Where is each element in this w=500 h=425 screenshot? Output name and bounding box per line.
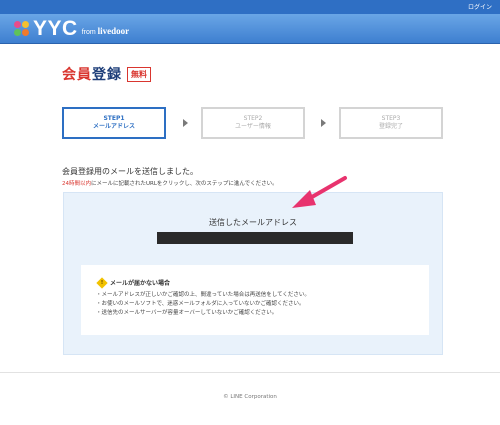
step-3-complete: STEP3 登録完了 [339, 107, 443, 139]
notice-item: ・お使いのメールソフトで、迷惑メールフォルダに入っていないかご確認ください。 [96, 301, 305, 307]
step-arrow-icon [183, 119, 188, 127]
page-title-text: 会員登録 [62, 67, 122, 83]
login-link[interactable]: ログイン [468, 2, 492, 11]
sent-email-panel: 送信したメールアドレス ! メールが届かない場合 ・メールアドレスが正しいかご確… [63, 192, 443, 355]
registration-steps: STEP1 メールアドレス STEP2 ユーザー情報 STEP3 登録完了 [62, 107, 443, 139]
notice-item: ・送信先のメールサーバーが容量オーバーしていないかご確認ください。 [96, 310, 278, 316]
site-header: YYC from livedoor [0, 14, 500, 44]
logo-subtitle: from livedoor [81, 26, 130, 36]
copyright: © LINE Corporation [223, 394, 277, 400]
notice-item: ・メールアドレスが正しいかご確認の上、間違っていた場合は再送信をしてください。 [96, 292, 310, 298]
step-arrow-icon [321, 119, 326, 127]
logo-text: YYC [33, 17, 78, 40]
yyc-logo[interactable]: YYC from livedoor [14, 17, 130, 40]
redacted-email-address [157, 232, 353, 244]
notice-header: ! メールが届かない場合 [96, 276, 171, 289]
notice-title: メールが届かない場合 [110, 280, 171, 287]
clover-logo-icon [14, 21, 30, 37]
step-2-user-info: STEP2 ユーザー情報 [201, 107, 305, 139]
warning-icon: ! [96, 276, 108, 289]
sent-address-label: 送信したメールアドレス [209, 218, 297, 227]
sent-message: 会員登録用のメールを送信しました。 [62, 167, 198, 176]
no-email-notice: ! メールが届かない場合 ・メールアドレスが正しいかご確認の上、間違っていた場合… [81, 265, 429, 335]
free-badge: 無料 [127, 66, 151, 82]
step-1-email: STEP1 メールアドレス [62, 107, 166, 139]
page-title: 会員登録 無料 [62, 64, 151, 84]
top-bar: ログイン [0, 0, 500, 14]
instruction-message: 24時間以内にメールに記載されたURLをクリックし、次のステップに進んでください… [62, 181, 278, 187]
notice-list: ・メールアドレスが正しいかご確認の上、間違っていた場合は再送信をしてください。 … [96, 291, 310, 318]
footer-divider [0, 372, 500, 373]
